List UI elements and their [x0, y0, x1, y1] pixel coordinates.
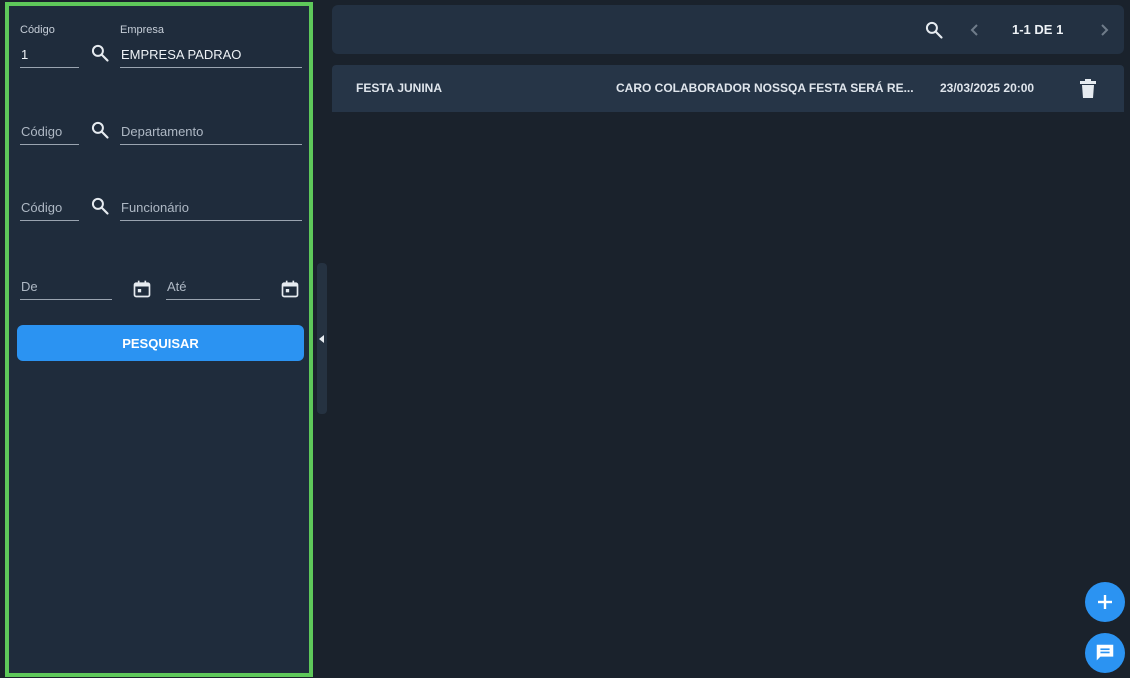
plus-icon: [1098, 595, 1112, 609]
departamento-name-underline: [120, 144, 302, 145]
list-item[interactable]: FESTA JUNINA CARO COLABORADOR NOSSQA FES…: [332, 65, 1124, 112]
chevron-left-icon: [319, 334, 324, 343]
date-from-field[interactable]: De: [20, 271, 112, 300]
add-button[interactable]: [1085, 582, 1125, 622]
pagination-label: 1-1 DE 1: [1012, 22, 1064, 37]
previous-page-button[interactable]: [965, 19, 985, 41]
funcionario-name-placeholder: Funcionário: [121, 200, 189, 215]
date-to-underline: [166, 299, 260, 300]
chat-icon: [1096, 644, 1114, 661]
funcionario-name-field[interactable]: Funcionário: [120, 192, 302, 221]
empresa-code-label: Código: [20, 24, 55, 36]
list-item-message: CARO COLABORADOR NOSSQA FESTA SERÁ RE...: [616, 81, 914, 95]
trash-icon[interactable]: [1076, 77, 1100, 101]
departamento-code-underline: [20, 144, 79, 145]
toolbar-search-icon[interactable]: [922, 18, 946, 42]
departamento-name-field[interactable]: Departamento: [120, 116, 302, 145]
funcionario-code-field[interactable]: Código: [20, 192, 79, 221]
date-from-calendar-icon[interactable]: [131, 278, 153, 300]
date-to-field[interactable]: Até: [166, 271, 260, 300]
date-from-underline: [20, 299, 112, 300]
list-toolbar: 1-1 DE 1: [332, 5, 1124, 54]
date-to-calendar-icon[interactable]: [279, 278, 301, 300]
date-to-placeholder: Até: [167, 279, 187, 294]
empresa-name-field[interactable]: Empresa EMPRESA PADRAO: [120, 24, 302, 68]
empresa-name-underline: [120, 67, 302, 68]
next-page-button[interactable]: [1094, 19, 1114, 41]
departamento-search-icon[interactable]: [88, 118, 112, 142]
departamento-code-field[interactable]: Código: [20, 116, 79, 145]
app: Código 1 Empresa EMPRESA PADRAO Código D…: [0, 0, 1130, 678]
funcionario-code-placeholder: Código: [21, 200, 63, 215]
date-from-placeholder: De: [21, 279, 38, 294]
empresa-search-icon[interactable]: [88, 41, 112, 65]
chevron-right-icon: [1101, 24, 1109, 36]
departamento-code-placeholder: Código: [21, 124, 63, 139]
list-item-title: FESTA JUNINA: [356, 81, 443, 95]
collapse-panel-handle[interactable]: [317, 263, 327, 414]
chevron-left-icon: [970, 24, 978, 36]
empresa-code-field[interactable]: Código 1: [20, 24, 79, 68]
departamento-name-placeholder: Departamento: [121, 124, 204, 139]
empresa-name-label: Empresa: [120, 24, 165, 36]
empresa-name-value: EMPRESA PADRAO: [121, 47, 242, 62]
funcionario-search-icon[interactable]: [88, 194, 112, 218]
empresa-code-value: 1: [21, 47, 29, 62]
chat-button[interactable]: [1085, 633, 1125, 673]
funcionario-code-underline: [20, 220, 79, 221]
search-button[interactable]: PESQUISAR: [17, 325, 304, 361]
funcionario-name-underline: [120, 220, 302, 221]
list-item-datetime: 23/03/2025 20:00: [940, 81, 1035, 95]
empresa-code-underline: [20, 67, 79, 68]
